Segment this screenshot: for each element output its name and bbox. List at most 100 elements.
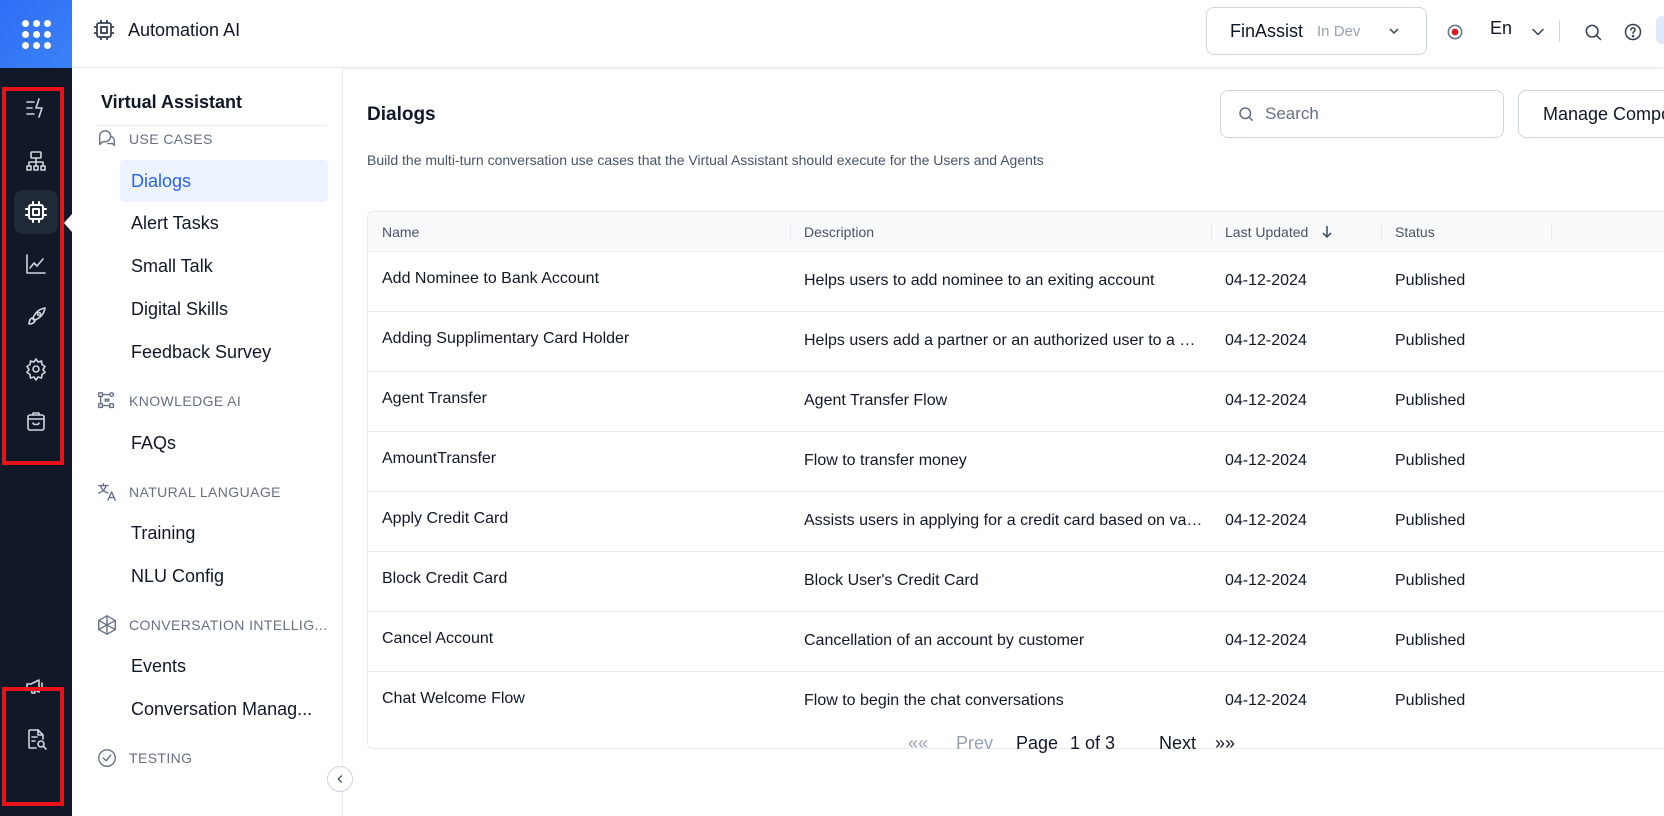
language-selector[interactable]: En [1490, 18, 1512, 39]
flow-icon[interactable] [14, 139, 58, 183]
nav-item-nlu-config[interactable]: NLU Config [120, 555, 328, 597]
section-conversation-intelligence: CONVERSATION INTELLIG... [96, 614, 327, 636]
megaphone-icon[interactable] [14, 664, 58, 708]
section-testing: TESTING [96, 747, 192, 769]
dialog-description: Helps users to add nominee to an exiting… [804, 272, 1155, 289]
table-row[interactable]: Adding Supplimentary Card Holder Helps us… [368, 312, 1664, 372]
nav-item-events[interactable]: Events [120, 645, 328, 687]
store-icon[interactable] [14, 399, 58, 443]
col-name[interactable]: Name [382, 224, 419, 240]
manage-components-button[interactable]: Manage Compo [1518, 90, 1664, 138]
dialog-name[interactable]: Cancel Account [382, 630, 782, 648]
status-text: Published [1395, 632, 1466, 649]
app-env-badge: In Dev [1317, 22, 1361, 40]
nav-item-faqs[interactable]: FAQs [120, 422, 328, 464]
prev-page-button[interactable]: Prev [956, 733, 993, 754]
nav-item-small-talk[interactable]: Small Talk [120, 245, 328, 287]
knowledge-graph-icon [98, 392, 115, 409]
table-header: Name Description Last Updated Status [368, 212, 1664, 252]
dialogs-table: Name Description Last Updated Status Add… [367, 211, 1664, 749]
sort-down-icon[interactable] [1320, 224, 1334, 240]
status-text: Published [1395, 572, 1466, 589]
top-bar: Automation AI FinAssist In Dev En [72, 0, 1664, 68]
dialog-name[interactable]: Apply Credit Card [382, 510, 782, 528]
status-text: Published [1395, 272, 1466, 289]
rocket-icon[interactable] [14, 295, 58, 339]
page-indicator: 1 of 3 [1070, 732, 1116, 753]
grid-icon [21, 19, 51, 49]
search-icon[interactable] [1581, 20, 1605, 44]
product-name: Automation AI [128, 19, 241, 40]
nav-item-training[interactable]: Training [120, 512, 328, 554]
last-updated: 04-12-2024 [1225, 572, 1307, 589]
dialog-description: Block User's Credit Card [804, 572, 979, 589]
secondary-nav: Virtual Assistant USE CASES Dialogs Aler… [72, 68, 343, 816]
doc-search-icon[interactable] [14, 717, 58, 761]
last-page-button[interactable]: »» [1215, 733, 1235, 754]
divider [96, 125, 326, 126]
dialog-description: Flow to begin the chat conversations [804, 692, 1064, 709]
search-icon [1239, 107, 1254, 122]
dialog-name[interactable]: Block Credit Card [382, 570, 782, 588]
dialog-name[interactable]: Add Nominee to Bank Account [382, 270, 782, 288]
next-page-button[interactable]: Next [1159, 733, 1196, 754]
table-row[interactable]: Add Nominee to Bank Account Helps users t… [368, 252, 1664, 312]
app-selector[interactable]: FinAssist In Dev [1206, 7, 1427, 55]
analytics-icon[interactable] [14, 242, 58, 286]
nav-item-alert-tasks[interactable]: Alert Tasks [120, 202, 328, 244]
cube-icon [98, 615, 116, 635]
chip-icon[interactable] [14, 190, 58, 234]
chevron-down-icon [1389, 28, 1399, 35]
record-icon[interactable] [1443, 20, 1467, 44]
status-text: Published [1395, 452, 1466, 469]
col-status[interactable]: Status [1395, 224, 1435, 240]
settings-icon[interactable] [14, 347, 58, 391]
search-box[interactable] [1220, 90, 1504, 138]
dialog-description: Flow to transfer money [804, 452, 967, 469]
user-avatar[interactable] [1656, 16, 1664, 44]
nav-item-feedback-survey[interactable]: Feedback Survey [120, 331, 328, 373]
search-input[interactable] [1265, 104, 1485, 124]
table-row[interactable]: AmountTransfer Flow to transfer money 04-1… [368, 432, 1664, 492]
status-text: Published [1395, 692, 1466, 709]
last-updated: 04-12-2024 [1225, 272, 1307, 289]
nav-item-dialogs[interactable]: Dialogs [120, 160, 328, 202]
last-updated: 04-12-2024 [1225, 692, 1307, 709]
last-updated: 04-12-2024 [1225, 452, 1307, 469]
automation-icon[interactable] [14, 86, 58, 130]
dialog-description: Helps users add a partner or an authoriz… [804, 332, 1204, 349]
active-indicator [64, 214, 72, 232]
product-brand: Automation AI [92, 18, 240, 42]
app-name: FinAssist [1230, 20, 1304, 41]
dialog-name[interactable]: Adding Supplimentary Card Holder [382, 330, 782, 348]
dialog-name[interactable]: AmountTransfer [382, 450, 782, 468]
status-text: Published [1395, 332, 1466, 349]
app-launcher-button[interactable] [0, 0, 72, 68]
help-icon[interactable] [1621, 20, 1645, 44]
table-row[interactable]: Apply Credit Card Assists users in applyi… [368, 492, 1664, 552]
table-row[interactable]: Block Credit Card Block User's Credit Car… [368, 552, 1664, 612]
last-updated: 04-12-2024 [1225, 632, 1307, 649]
col-description[interactable]: Description [804, 224, 874, 240]
chip-icon [94, 20, 114, 40]
table-body: Add Nominee to Bank Account Helps users t… [368, 252, 1664, 732]
dialog-name[interactable]: Agent Transfer [382, 390, 782, 408]
language-chevron-icon[interactable] [1526, 20, 1550, 44]
table-row[interactable]: Agent Transfer Agent Transfer Flow 04-12-2… [368, 372, 1664, 432]
left-rail [0, 0, 72, 816]
column-divider [1551, 222, 1552, 242]
check-circle-icon [98, 749, 116, 767]
first-page-button[interactable]: «« [908, 733, 928, 754]
last-updated: 04-12-2024 [1225, 332, 1307, 349]
column-divider [1381, 222, 1382, 242]
table-row[interactable]: Cancel Account Cancellation of an account… [368, 612, 1664, 672]
chat-bubble-icon [98, 130, 116, 147]
nav-item-digital-skills[interactable]: Digital Skills [120, 288, 328, 330]
col-last-updated[interactable]: Last Updated [1225, 224, 1308, 240]
last-updated: 04-12-2024 [1225, 512, 1307, 529]
dialog-name[interactable]: Chat Welcome Flow [382, 690, 782, 708]
page-title: Dialogs [367, 104, 436, 125]
nav-item-conversation-manager[interactable]: Conversation Manag... [120, 688, 328, 730]
table-row[interactable]: Chat Welcome Flow Flow to begin the chat … [368, 672, 1664, 732]
column-divider [1211, 222, 1212, 242]
